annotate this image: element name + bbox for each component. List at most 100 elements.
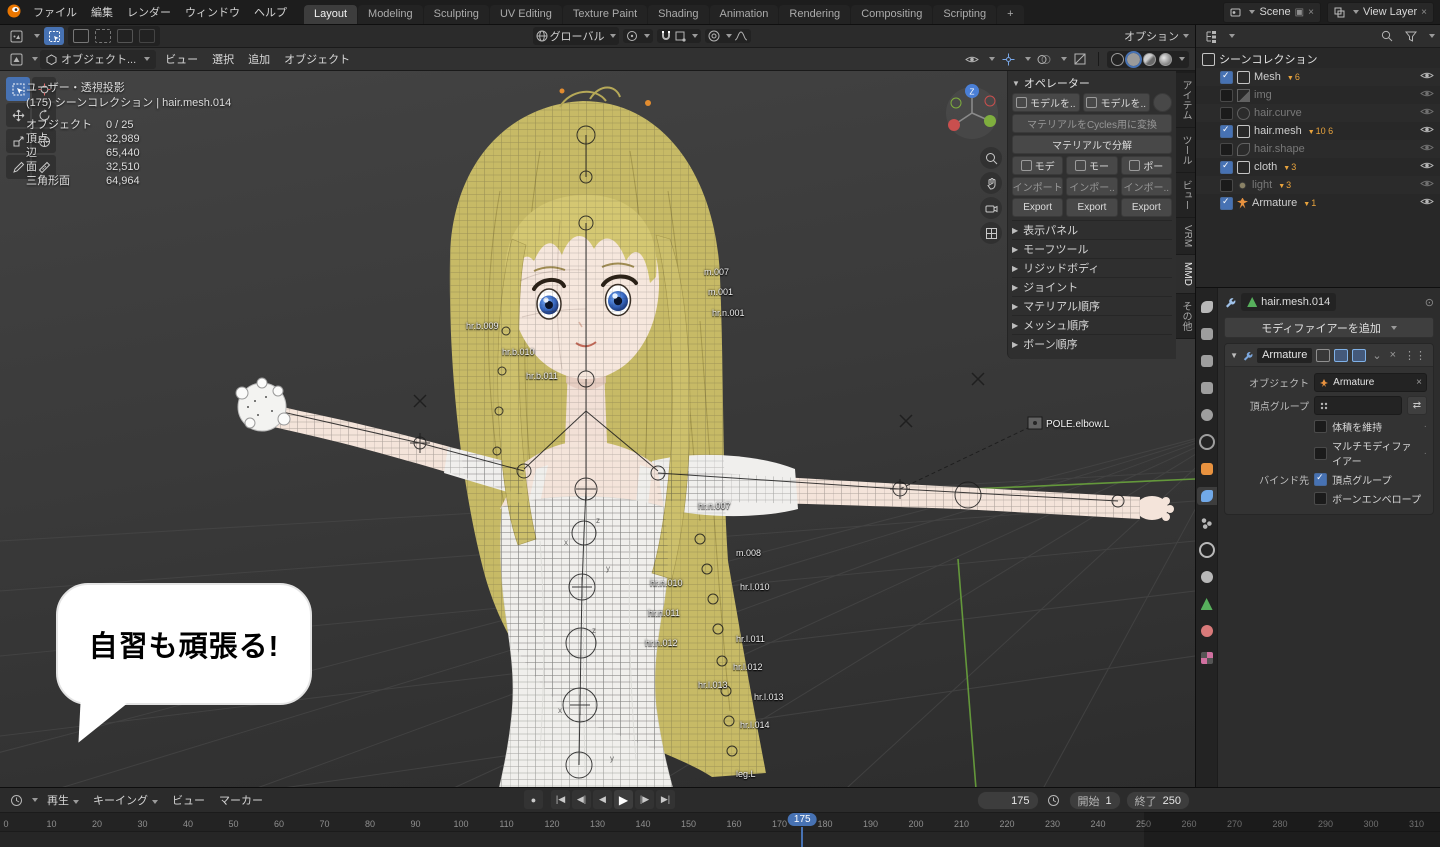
transport-button[interactable]: ◀	[593, 790, 612, 809]
n-panel-tab[interactable]: ビュー	[1176, 173, 1195, 218]
add-modifier-button[interactable]: モディファイアーを追加	[1224, 317, 1434, 338]
n-panel-tab[interactable]: VRM	[1176, 218, 1195, 255]
editor-type-button[interactable]	[6, 50, 26, 68]
select-new-icon[interactable]	[71, 27, 91, 45]
category-tab[interactable]: ポー	[1121, 156, 1172, 175]
outliner-row[interactable]: light 3	[1196, 176, 1440, 194]
select-intersect-icon[interactable]	[137, 27, 157, 45]
material-shading-icon[interactable]	[1143, 53, 1156, 66]
model-button[interactable]: モデルを..	[1083, 93, 1151, 112]
viewport-menu-item[interactable]: 追加	[241, 49, 277, 69]
breadcrumb-object[interactable]: hair.mesh.014	[1241, 293, 1336, 311]
properties-tab[interactable]	[1197, 622, 1217, 640]
transport-button[interactable]: |▶	[635, 790, 654, 809]
preview-range-toggle[interactable]	[1044, 792, 1064, 810]
outliner-row[interactable]: hair.shape	[1196, 140, 1440, 158]
workspace-tab[interactable]: Sculpting	[424, 5, 489, 24]
object-field[interactable]: Armature ×	[1314, 373, 1427, 392]
measure-tool[interactable]	[32, 155, 56, 179]
select-subtract-icon[interactable]	[115, 27, 135, 45]
hide-eye-icon[interactable]	[1420, 143, 1434, 155]
pivot-point[interactable]	[623, 29, 653, 43]
menu-item[interactable]: ウィンドウ	[178, 2, 247, 22]
new-scene-icon[interactable]: ▣	[1295, 7, 1304, 18]
outliner-row[interactable]: cloth 3	[1196, 158, 1440, 176]
zoom-icon[interactable]	[980, 147, 1002, 169]
visibility-dropdown[interactable]	[962, 50, 982, 68]
properties-tab[interactable]	[1197, 379, 1217, 397]
drag-handle-icon[interactable]: ⋮⋮	[1402, 349, 1428, 362]
timeline-menu-item[interactable]: マーカー	[212, 790, 270, 810]
n-panel-tab[interactable]: MMD	[1176, 255, 1195, 294]
operator-options-button[interactable]	[1153, 93, 1172, 112]
n-panel-tab[interactable]: その他	[1176, 294, 1195, 339]
outliner-checkbox[interactable]	[1220, 179, 1233, 192]
transport-button[interactable]: ▶	[614, 790, 633, 809]
animate-dot[interactable]: ·	[1424, 448, 1427, 459]
camera-view-icon[interactable]	[980, 197, 1002, 219]
import-button[interactable]: インポー..	[1066, 177, 1117, 196]
menu-item[interactable]: レンダー	[120, 2, 178, 22]
render-display-toggle[interactable]	[1352, 349, 1366, 362]
current-frame-field[interactable]: 175	[977, 791, 1039, 810]
workspace-tab[interactable]: Scripting	[933, 5, 996, 24]
transport-button[interactable]: ▶|	[656, 790, 675, 809]
properties-tab[interactable]	[1197, 433, 1217, 451]
timeline-menu-item[interactable]: 再生	[40, 790, 86, 810]
panel-section-header[interactable]: ▶ リジッドボディ	[1012, 258, 1172, 277]
panel-section-header[interactable]: ▶ モーフツール	[1012, 239, 1172, 258]
select-extend-icon[interactable]	[93, 27, 113, 45]
blender-logo-icon[interactable]	[6, 3, 22, 22]
hide-eye-icon[interactable]	[1420, 107, 1434, 119]
scene-selector[interactable]: Scene ▣ ×	[1223, 2, 1321, 23]
bind-bone-envelopes-checkbox[interactable]	[1314, 492, 1327, 505]
import-button[interactable]: インポート	[1012, 177, 1063, 196]
clear-icon[interactable]: ×	[1416, 377, 1422, 388]
workspace-tab[interactable]: Shading	[648, 5, 708, 24]
export-button[interactable]: Export	[1121, 198, 1172, 217]
panel-section-header[interactable]: ▶ ボーン順序	[1012, 334, 1172, 353]
convert-materials-button[interactable]: マテリアルをCycles用に変換	[1012, 114, 1172, 133]
animate-dot[interactable]: ·	[1424, 421, 1427, 432]
properties-tab[interactable]	[1197, 406, 1217, 424]
snap-group[interactable]	[657, 29, 701, 43]
hide-eye-icon[interactable]	[1420, 179, 1434, 191]
hide-eye-icon[interactable]	[1420, 89, 1434, 101]
mode-dropdown[interactable]: オブジェクト...	[40, 50, 156, 69]
rendered-shading-icon[interactable]	[1159, 53, 1172, 66]
outliner-checkbox[interactable]	[1220, 107, 1233, 120]
pan-hand-icon[interactable]	[980, 172, 1002, 194]
viewport-menu-item[interactable]: オブジェクト	[277, 49, 357, 69]
select-box-tool[interactable]	[6, 77, 30, 101]
editor-type-button[interactable]	[6, 27, 26, 45]
workspace-tab[interactable]: Compositing	[851, 5, 932, 24]
outliner-checkbox[interactable]	[1220, 89, 1233, 102]
options-dropdown[interactable]: オプション	[1124, 28, 1189, 44]
workspace-tab[interactable]: UV Editing	[490, 5, 562, 24]
pin-icon[interactable]: ⊙	[1425, 296, 1434, 309]
active-tool-icon[interactable]	[44, 27, 64, 45]
transform-tool[interactable]	[32, 129, 56, 153]
transport-button[interactable]: |◀	[551, 790, 570, 809]
separate-by-material-button[interactable]: マテリアルで分解	[1012, 135, 1172, 154]
modifier-name-field[interactable]: Armature	[1257, 348, 1312, 363]
move-tool[interactable]	[6, 103, 30, 127]
gizmo-toggle[interactable]	[998, 50, 1018, 68]
scale-tool[interactable]	[6, 129, 30, 153]
workspace-tab[interactable]: Rendering	[779, 5, 850, 24]
n-panel-tab[interactable]: アイテム	[1176, 73, 1195, 128]
category-tab[interactable]: モデ	[1012, 156, 1063, 175]
close-icon[interactable]: ×	[1388, 349, 1398, 361]
solid-shading-icon[interactable]	[1127, 53, 1140, 66]
outliner-row[interactable]: hair.curve	[1196, 104, 1440, 122]
viewport-menu-item[interactable]: ビュー	[158, 49, 205, 69]
export-button[interactable]: Export	[1066, 198, 1117, 217]
outliner-row[interactable]: img	[1196, 86, 1440, 104]
hide-eye-icon[interactable]	[1420, 161, 1434, 173]
outliner-checkbox[interactable]	[1220, 125, 1233, 138]
properties-tab[interactable]	[1197, 460, 1217, 478]
hide-eye-icon[interactable]	[1420, 125, 1434, 137]
annotate-tool[interactable]	[6, 155, 30, 179]
properties-tab[interactable]	[1197, 325, 1217, 343]
proportional-edit[interactable]	[705, 29, 751, 43]
